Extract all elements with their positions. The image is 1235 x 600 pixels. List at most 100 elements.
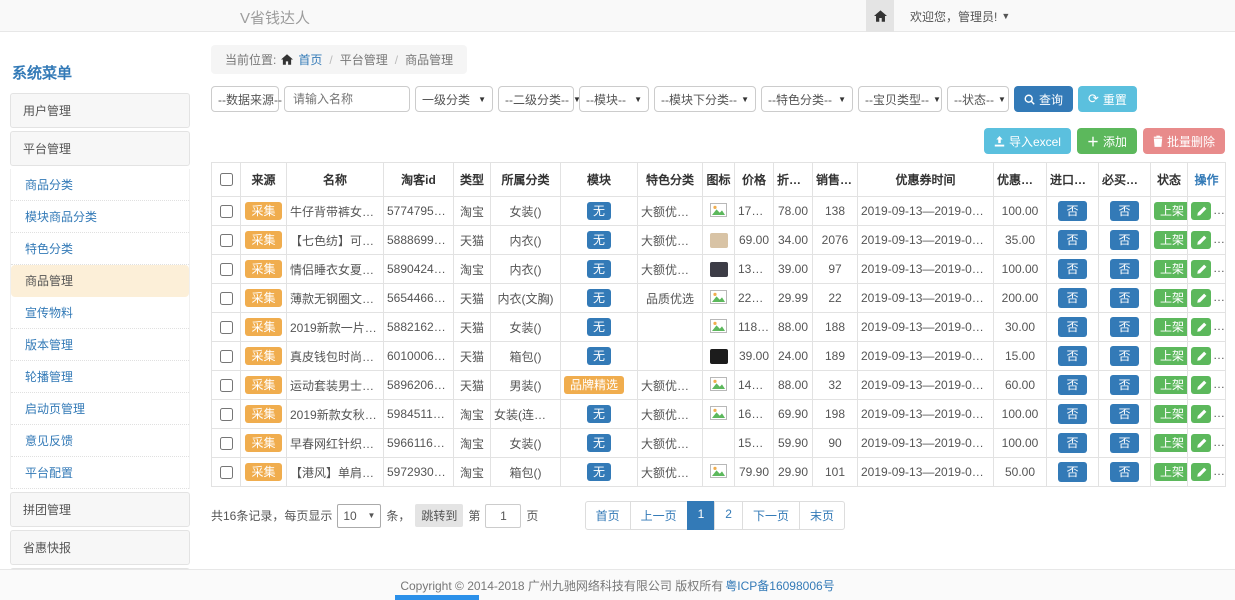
must-buy-toggle[interactable]: 否	[1110, 230, 1138, 250]
edit-button[interactable]	[1191, 260, 1211, 278]
status-badge[interactable]: 上架	[1154, 231, 1188, 249]
source-badge: 采集	[245, 347, 281, 365]
row-checkbox[interactable]	[220, 321, 233, 334]
must-buy-toggle[interactable]: 否	[1110, 259, 1138, 279]
source-badge: 采集	[245, 463, 281, 481]
row-checkbox[interactable]	[220, 466, 233, 479]
must-buy-toggle[interactable]: 否	[1110, 288, 1138, 308]
reset-button[interactable]: ⟳ 重置	[1078, 86, 1137, 112]
breadcrumb-home-link[interactable]: 首页	[298, 51, 322, 68]
status-badge[interactable]: 上架	[1154, 405, 1188, 423]
status-badge[interactable]: 上架	[1154, 463, 1188, 481]
filter-select-module-sub-category[interactable]: --模块下分类--▼	[654, 86, 756, 112]
sidebar-item-promo-material[interactable]: 宣传物料	[11, 297, 189, 329]
import-select-toggle[interactable]: 否	[1058, 230, 1086, 250]
status-badge[interactable]: 上架	[1154, 202, 1188, 220]
must-buy-toggle[interactable]: 否	[1110, 433, 1138, 453]
pager-button-1[interactable]: 1	[687, 501, 716, 530]
sidebar-item-feature-category[interactable]: 特色分类	[11, 233, 189, 265]
import-select-toggle[interactable]: 否	[1058, 375, 1086, 395]
status-badge[interactable]: 上架	[1154, 376, 1188, 394]
breadcrumb-item-platform[interactable]: 平台管理	[340, 51, 388, 68]
status-badge[interactable]: 上架	[1154, 434, 1188, 452]
filter-input-name[interactable]	[284, 86, 410, 112]
row-checkbox[interactable]	[220, 234, 233, 247]
must-buy-toggle[interactable]: 否	[1110, 404, 1138, 424]
batch-delete-button[interactable]: 批量删除	[1143, 128, 1225, 154]
trash-icon	[1153, 135, 1163, 147]
row-checkbox[interactable]	[220, 263, 233, 276]
icp-link[interactable]: 粤ICP备16098006号	[725, 577, 834, 594]
jump-button[interactable]: 跳转到	[415, 504, 463, 527]
sidebar-item-group-buy-mgmt[interactable]: 拼团管理	[10, 492, 190, 527]
edit-button[interactable]	[1191, 347, 1211, 365]
jump-page-input[interactable]	[485, 504, 521, 528]
edit-button[interactable]	[1191, 318, 1211, 336]
sidebar-item-version-mgmt[interactable]: 版本管理	[11, 329, 189, 361]
sidebar-item-goods-mgmt[interactable]: 商品管理	[11, 265, 189, 297]
sidebar-item-saving-news[interactable]: 省惠快报	[10, 530, 190, 565]
type-cell: 淘宝	[454, 400, 491, 429]
filter-select-level2-category[interactable]: --二级分类--▼	[498, 86, 574, 112]
status-badge[interactable]: 上架	[1154, 347, 1188, 365]
category-cell: 女装(连衣裙)	[491, 400, 561, 429]
status-badge[interactable]: 上架	[1154, 289, 1188, 307]
sidebar-item-feedback[interactable]: 意见反馈	[11, 425, 189, 457]
sidebar-item-module-goods-category[interactable]: 模块商品分类	[11, 201, 189, 233]
search-button[interactable]: 查询	[1014, 86, 1073, 112]
filter-select-module[interactable]: --模块--▼	[579, 86, 649, 112]
must-buy-toggle[interactable]: 否	[1110, 375, 1138, 395]
row-checkbox[interactable]	[220, 379, 233, 392]
import-select-toggle[interactable]: 否	[1058, 317, 1086, 337]
edit-button[interactable]	[1191, 405, 1211, 423]
import-select-toggle[interactable]: 否	[1058, 462, 1086, 482]
pager-button-2[interactable]: 2	[714, 501, 743, 530]
import-select-toggle[interactable]: 否	[1058, 404, 1086, 424]
row-checkbox[interactable]	[220, 292, 233, 305]
edit-button[interactable]	[1191, 434, 1211, 452]
sidebar-item-carousel-mgmt[interactable]: 轮播管理	[11, 361, 189, 393]
per-page-select[interactable]: 10 ▼	[337, 504, 381, 528]
row-checkbox[interactable]	[220, 205, 233, 218]
import-select-toggle[interactable]: 否	[1058, 433, 1086, 453]
sidebar-item-goods-category[interactable]: 商品分类	[11, 169, 189, 201]
sidebar-item-platform-config[interactable]: 平台配置	[11, 457, 189, 489]
pager-button-末页[interactable]: 末页	[799, 501, 845, 530]
status-badge[interactable]: 上架	[1154, 260, 1188, 278]
edit-button[interactable]	[1191, 231, 1211, 249]
filter-select-feature-category[interactable]: --特色分类--▼	[761, 86, 853, 112]
row-checkbox[interactable]	[220, 408, 233, 421]
edit-button[interactable]	[1191, 202, 1211, 220]
filter-select-data-source[interactable]: --数据来源--▼	[211, 86, 279, 112]
sidebar-item-user-mgmt[interactable]: 用户管理	[10, 93, 190, 128]
import-excel-button[interactable]: 导入excel	[984, 128, 1071, 154]
pager-button-下一页[interactable]: 下一页	[742, 501, 800, 530]
edit-button[interactable]	[1191, 289, 1211, 307]
select-all-checkbox[interactable]	[220, 173, 233, 186]
filter-select-status[interactable]: --状态--▼	[947, 86, 1009, 112]
edit-button[interactable]	[1191, 463, 1211, 481]
row-checkbox[interactable]	[220, 437, 233, 450]
must-buy-toggle[interactable]: 否	[1110, 317, 1138, 337]
import-select-toggle[interactable]: 否	[1058, 346, 1086, 366]
must-buy-toggle[interactable]: 否	[1110, 462, 1138, 482]
must-buy-cell: 否	[1099, 255, 1151, 284]
home-button[interactable]	[866, 0, 894, 32]
must-buy-toggle[interactable]: 否	[1110, 201, 1138, 221]
import-select-toggle[interactable]: 否	[1058, 259, 1086, 279]
sidebar-item-platform-mgmt[interactable]: 平台管理	[10, 131, 190, 166]
pager-button-上一页[interactable]: 上一页	[630, 501, 688, 530]
status-badge[interactable]: 上架	[1154, 318, 1188, 336]
discount-price-cell: 88.00	[774, 371, 813, 400]
sidebar-item-splash-mgmt[interactable]: 启动页管理	[11, 393, 189, 425]
must-buy-toggle[interactable]: 否	[1110, 346, 1138, 366]
filter-select-item-type[interactable]: --宝贝类型--▼	[858, 86, 942, 112]
row-checkbox[interactable]	[220, 350, 233, 363]
import-select-toggle[interactable]: 否	[1058, 288, 1086, 308]
filter-select-level1-category[interactable]: 一级分类▼	[415, 86, 493, 112]
add-button[interactable]: ＋ 添加	[1077, 128, 1137, 154]
user-menu-caret[interactable]: ▼	[1001, 11, 1010, 21]
edit-button[interactable]	[1191, 376, 1211, 394]
pager-button-首页[interactable]: 首页	[585, 501, 631, 530]
import-select-toggle[interactable]: 否	[1058, 201, 1086, 221]
